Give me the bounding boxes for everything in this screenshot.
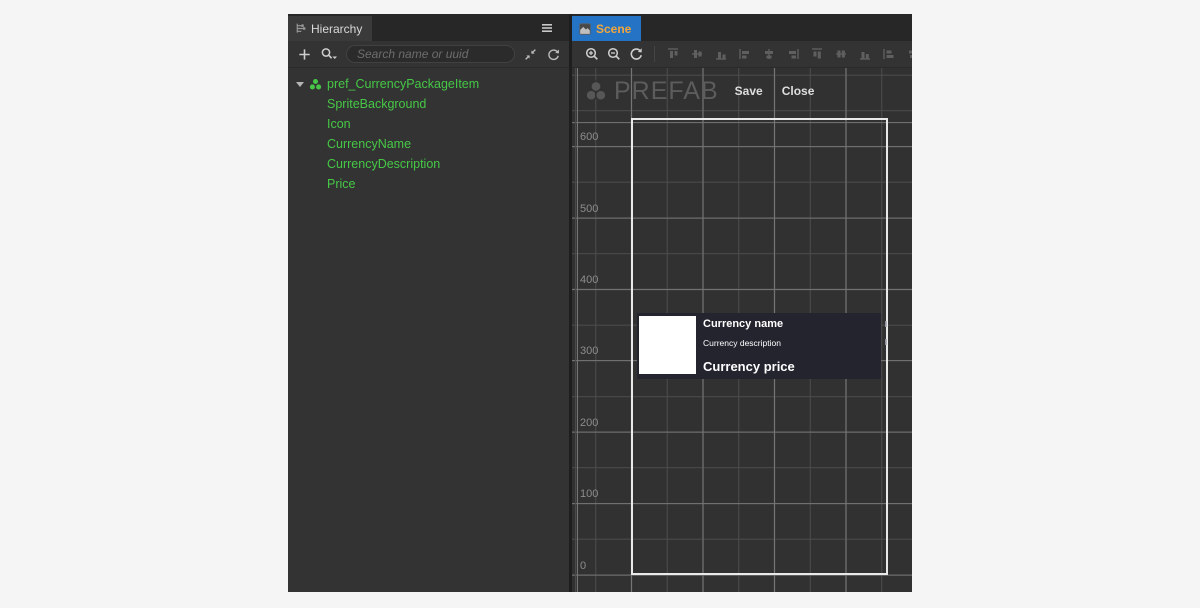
reset-view-icon[interactable] <box>628 46 644 62</box>
tree-node-label: CurrencyDescription <box>327 157 440 171</box>
expand-caret-icon[interactable] <box>296 82 308 87</box>
prefab-icon <box>584 79 608 103</box>
prefab-close-button[interactable]: Close <box>782 84 815 98</box>
gizmo-tick <box>885 339 887 345</box>
y-axis-label: 600 <box>580 131 598 143</box>
hierarchy-tabbar: Hierarchy <box>288 14 569 41</box>
collapse-all-icon <box>523 47 538 62</box>
y-axis-label: 0 <box>580 560 586 572</box>
add-icon <box>297 47 312 62</box>
scene-icon <box>578 22 592 36</box>
tree-node-price[interactable]: Price <box>288 174 569 194</box>
search-filter-button[interactable] <box>319 46 339 62</box>
collapse-all-button[interactable] <box>522 46 538 62</box>
tree-node-spritebackground[interactable]: SpriteBackground <box>288 94 569 114</box>
tab-scene[interactable]: Scene <box>572 16 641 41</box>
search-input[interactable] <box>346 45 515 63</box>
distribute-bottom-icon[interactable] <box>857 46 873 62</box>
tab-scene-label: Scene <box>596 22 631 36</box>
scene-toolbar <box>572 41 912 68</box>
refresh-button[interactable] <box>545 46 561 62</box>
tree-node-currencyname[interactable]: CurrencyName <box>288 134 569 154</box>
zoom-in-icon[interactable] <box>584 46 600 62</box>
prefab-save-button[interactable]: Save <box>735 84 763 98</box>
distribute-center-icon[interactable] <box>905 46 912 62</box>
scene-tabbar: Scene <box>572 14 912 41</box>
tree-node-currencydescription[interactable]: CurrencyDescription <box>288 154 569 174</box>
y-axis-label: 100 <box>580 488 598 500</box>
align-right-icon[interactable] <box>785 46 801 62</box>
distribute-top-icon[interactable] <box>809 46 825 62</box>
y-axis-label: 500 <box>580 203 598 215</box>
y-axis-label: 200 <box>580 417 598 429</box>
currency-package-item-preview[interactable]: Currency name Currency description Curre… <box>637 313 881 380</box>
align-left-icon[interactable] <box>737 46 753 62</box>
align-top-icon[interactable] <box>665 46 681 62</box>
y-axis-label: 400 <box>580 274 598 286</box>
tab-hierarchy-label: Hierarchy <box>311 22 362 36</box>
viewport-edge-line <box>575 68 576 592</box>
search-filter-icon <box>319 46 339 62</box>
currency-price-label: Currency price <box>703 359 795 374</box>
tree-node-label: Price <box>327 177 355 191</box>
prefab-node-icon <box>308 77 323 92</box>
scene-viewport[interactable]: 600 500 400 300 200 100 0 PREFAB Save Close Cu… <box>572 68 912 592</box>
distribute-left-icon[interactable] <box>881 46 897 62</box>
currency-description-label: Currency description <box>703 338 781 348</box>
align-bottom-icon[interactable] <box>713 46 729 62</box>
tree-node-icon[interactable]: Icon <box>288 114 569 134</box>
hierarchy-panel: Hierarchy <box>288 14 569 592</box>
currency-name-label: Currency name <box>703 318 783 330</box>
zoom-out-icon[interactable] <box>606 46 622 62</box>
align-middle-icon[interactable] <box>689 46 705 62</box>
toolbar-separator <box>654 46 655 62</box>
editor-window: Hierarchy <box>288 14 912 592</box>
add-node-button[interactable] <box>296 46 312 62</box>
panel-menu-icon[interactable] <box>539 20 555 36</box>
prefab-mode-title: PREFAB <box>614 77 719 106</box>
tree-node-root[interactable]: pref_CurrencyPackageItem <box>288 74 569 94</box>
tab-hierarchy[interactable]: Hierarchy <box>288 16 372 41</box>
tree-node-label: Icon <box>327 117 351 131</box>
tree-node-label: CurrencyName <box>327 137 411 151</box>
scene-panel: Scene 600 500 400 300 200 100 0 PREFAB Save Cl… <box>572 14 912 592</box>
hierarchy-icon <box>294 22 307 35</box>
tree-node-label: SpriteBackground <box>327 97 426 111</box>
hierarchy-tree: pref_CurrencyPackageItem SpriteBackground… <box>288 68 569 592</box>
prefab-mode-bar: PREFAB Save Close <box>584 78 833 104</box>
refresh-icon <box>546 47 561 62</box>
hierarchy-toolbar <box>288 41 569 68</box>
y-axis-label: 300 <box>580 345 598 357</box>
currency-icon-sprite <box>639 316 696 374</box>
gizmo-tick <box>885 321 887 327</box>
distribute-middle-icon[interactable] <box>833 46 849 62</box>
tree-node-label: pref_CurrencyPackageItem <box>327 77 479 91</box>
align-center-icon[interactable] <box>761 46 777 62</box>
